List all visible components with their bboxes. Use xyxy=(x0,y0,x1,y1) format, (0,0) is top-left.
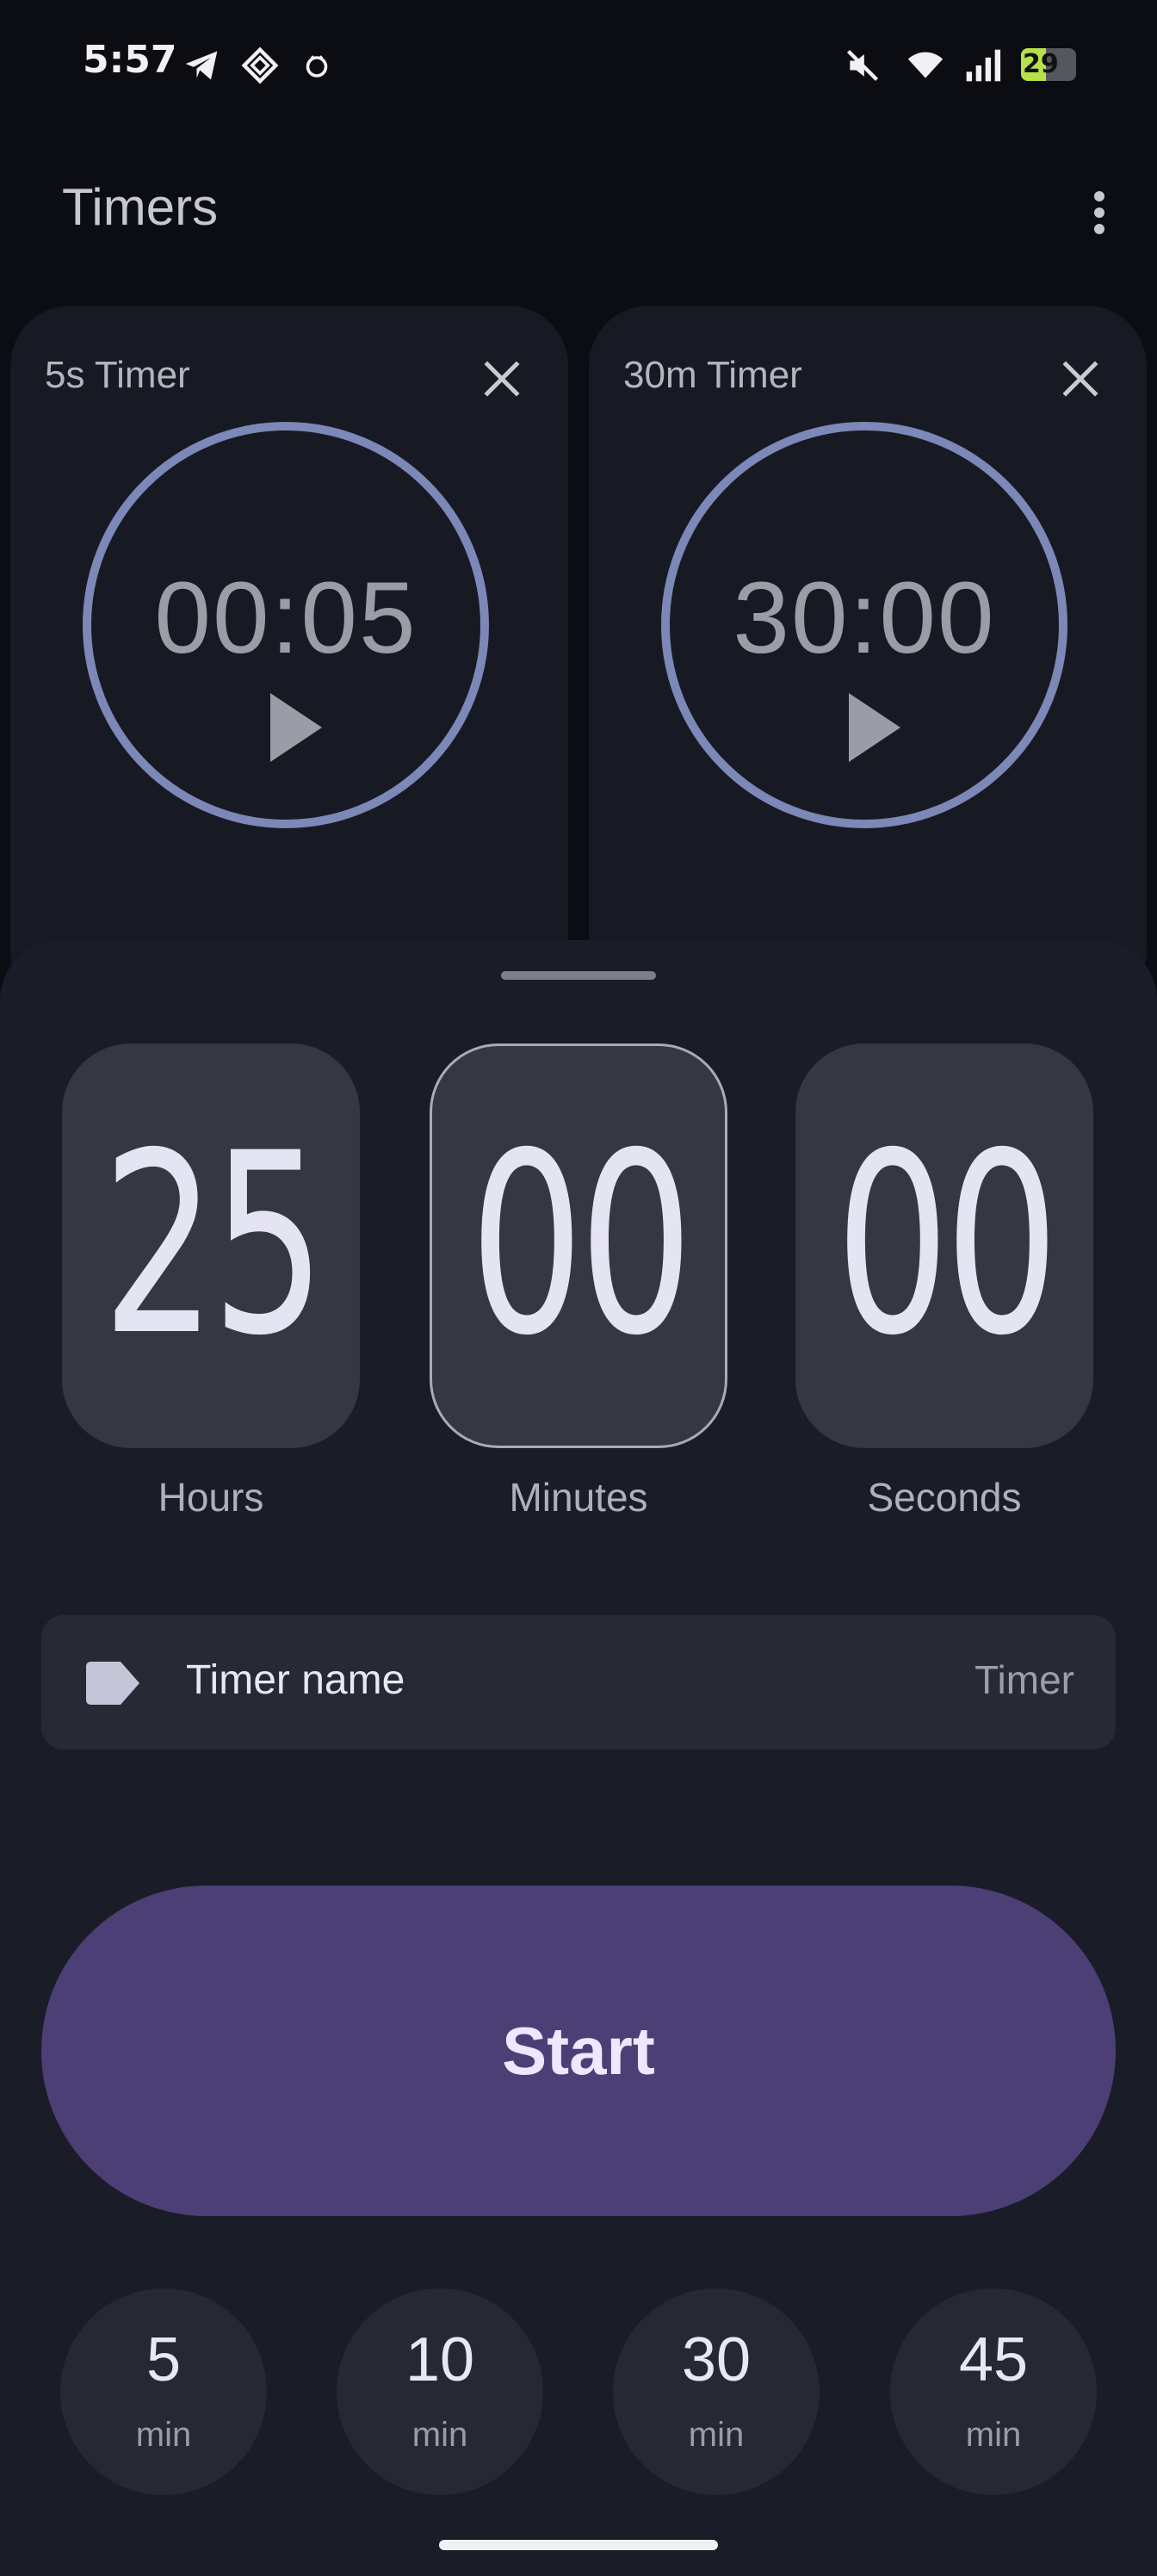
battery-level: 29 xyxy=(1023,49,1059,79)
preset-10-min-button[interactable]: 10 min xyxy=(337,2288,543,2495)
mute-icon xyxy=(846,49,879,82)
timer-progress-ring: 00:05 xyxy=(83,422,489,828)
timer-name-placeholder: Timer xyxy=(974,1657,1074,1702)
preset-unit: min xyxy=(411,2416,468,2454)
close-icon[interactable] xyxy=(480,357,523,400)
timer-card-label: 5s Timer xyxy=(45,354,190,396)
seconds-picker[interactable]: 00 xyxy=(795,1043,1093,1448)
hours-value: 25 xyxy=(101,1100,325,1390)
status-bar: 5:57 29 xyxy=(0,0,1157,129)
minutes-value: 00 xyxy=(468,1100,693,1390)
app-diamond-icon xyxy=(241,46,279,84)
timer-name-label: Timer name xyxy=(186,1657,405,1703)
telegram-icon xyxy=(185,51,218,80)
preset-30-min-button[interactable]: 30 min xyxy=(613,2288,820,2495)
gesture-nav-bar[interactable] xyxy=(439,2540,718,2550)
hours-picker[interactable]: 25 xyxy=(62,1043,360,1448)
preset-unit: min xyxy=(965,2416,1022,2454)
preset-45-min-button[interactable]: 45 min xyxy=(890,2288,1097,2495)
minutes-picker[interactable]: 00 xyxy=(430,1043,727,1448)
battery-icon: 29 xyxy=(1021,48,1076,81)
page-title: Timers xyxy=(62,178,219,236)
wifi-icon xyxy=(907,52,944,78)
preset-5-min-button[interactable]: 5 min xyxy=(60,2288,267,2495)
timer-progress-ring: 30:00 xyxy=(661,422,1067,828)
hours-label: Hours xyxy=(158,1475,264,1520)
close-icon[interactable] xyxy=(1059,357,1102,400)
timer-time: 00:05 xyxy=(154,561,418,675)
sheet-drag-handle[interactable] xyxy=(501,971,656,980)
signal-icon xyxy=(966,49,1001,82)
timer-name-field[interactable]: Timer name Timer xyxy=(41,1615,1116,1749)
timer-card[interactable]: 5s Timer 00:05 xyxy=(10,306,568,1012)
timer-time: 30:00 xyxy=(733,561,996,675)
timer-card[interactable]: 30m Timer 30:00 xyxy=(589,306,1147,1012)
label-icon xyxy=(86,1662,139,1705)
timer-card-label: 30m Timer xyxy=(623,354,802,396)
bug-icon xyxy=(306,55,328,77)
preset-unit: min xyxy=(135,2416,192,2454)
new-timer-sheet: 25 00 00 Hours Minutes Seconds Timer nam… xyxy=(0,940,1157,2576)
preset-value: 5 xyxy=(145,2325,182,2394)
play-icon[interactable] xyxy=(849,693,900,762)
start-button[interactable]: Start xyxy=(41,1886,1116,2216)
more-vert-icon[interactable] xyxy=(1086,185,1112,245)
preset-value: 45 xyxy=(958,2325,1029,2394)
minutes-label: Minutes xyxy=(509,1475,648,1520)
preset-value: 10 xyxy=(405,2325,475,2394)
play-icon[interactable] xyxy=(270,693,322,762)
status-time: 5:57 xyxy=(83,38,177,82)
preset-value: 30 xyxy=(681,2325,752,2394)
seconds-value: 00 xyxy=(834,1100,1059,1390)
start-button-label: Start xyxy=(502,2012,655,2089)
seconds-label: Seconds xyxy=(867,1475,1022,1520)
preset-unit: min xyxy=(688,2416,745,2454)
